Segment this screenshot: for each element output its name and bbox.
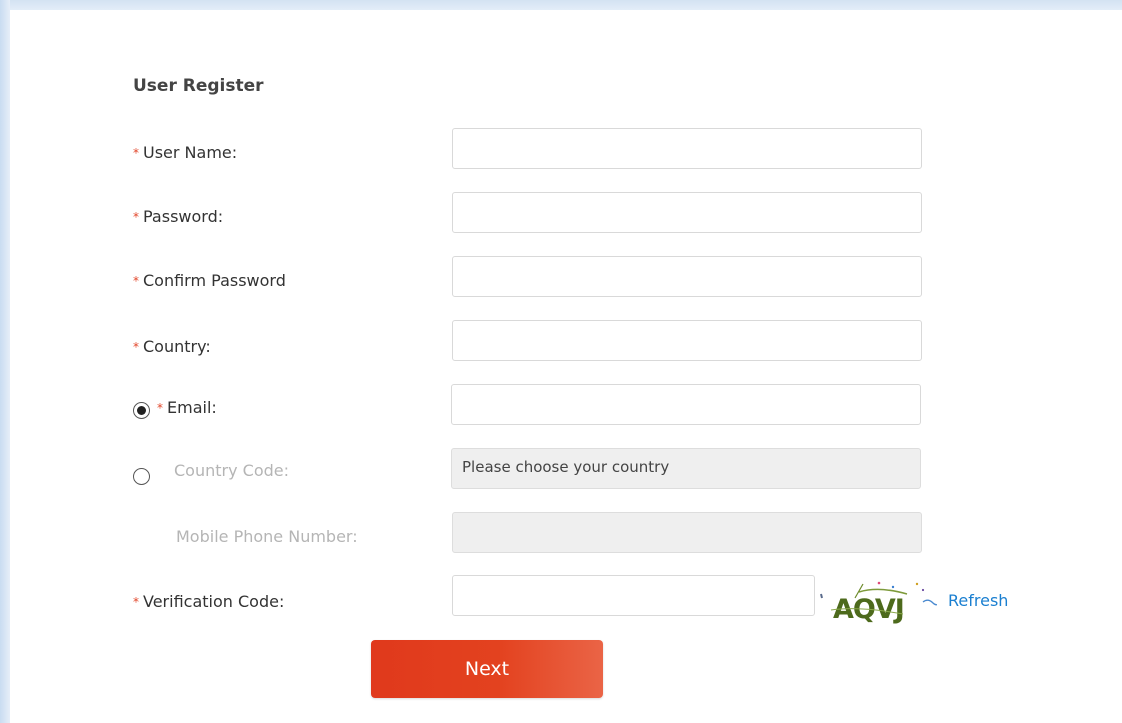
required-star: * bbox=[157, 401, 163, 415]
required-star: * bbox=[133, 274, 139, 288]
required-star: * bbox=[133, 210, 139, 224]
country-code-select[interactable]: Please choose your country bbox=[451, 448, 921, 489]
password-input[interactable] bbox=[452, 192, 922, 233]
email-input[interactable] bbox=[451, 384, 921, 425]
next-button[interactable]: Next bbox=[371, 640, 603, 698]
user-name-label-text: User Name: bbox=[143, 143, 238, 162]
country-code-label: Country Code: bbox=[174, 461, 289, 480]
email-radio[interactable] bbox=[133, 402, 150, 419]
phone-radio[interactable] bbox=[133, 468, 150, 485]
password-label: * Password: bbox=[133, 207, 223, 226]
verification-code-label-text: Verification Code: bbox=[143, 592, 285, 611]
top-border-strip bbox=[0, 0, 1122, 10]
password-label-text: Password: bbox=[143, 207, 224, 226]
required-star: * bbox=[133, 340, 139, 354]
verification-code-label: * Verification Code: bbox=[133, 592, 284, 611]
mobile-phone-label: Mobile Phone Number: bbox=[176, 527, 358, 546]
email-label: * Email: bbox=[157, 398, 217, 417]
form-title: User Register bbox=[133, 76, 264, 96]
user-name-input[interactable] bbox=[452, 128, 922, 169]
required-star: * bbox=[133, 146, 139, 160]
mobile-phone-input[interactable] bbox=[452, 512, 922, 553]
register-page: User Register * User Name: * Password: * Co… bbox=[0, 0, 1122, 723]
refresh-captcha-link[interactable]: Refresh bbox=[948, 591, 1008, 610]
country-input[interactable] bbox=[452, 320, 922, 361]
country-label-text: Country: bbox=[143, 337, 211, 356]
confirm-password-input[interactable] bbox=[452, 256, 922, 297]
user-name-label: * User Name: bbox=[133, 143, 237, 162]
country-label: * Country: bbox=[133, 337, 211, 356]
verification-code-input[interactable] bbox=[452, 575, 815, 616]
left-border-strip bbox=[0, 0, 10, 723]
confirm-password-label-text: Confirm Password bbox=[143, 271, 286, 290]
required-star: * bbox=[133, 595, 139, 609]
confirm-password-label: * Confirm Password bbox=[133, 271, 286, 290]
register-panel bbox=[10, 10, 1122, 723]
captcha-image: AQVJ bbox=[820, 581, 937, 625]
email-label-text: Email: bbox=[167, 398, 217, 417]
